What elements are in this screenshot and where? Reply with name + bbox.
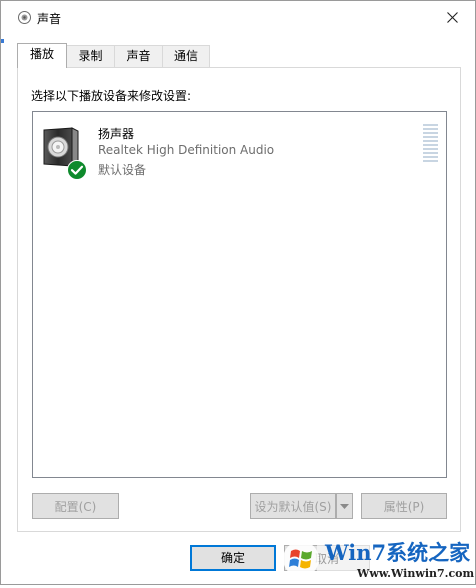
watermark-brand: Win7系统之家 [324,540,471,565]
title-bar[interactable]: 声音 [1,1,475,33]
instruction-label: 选择以下播放设备来修改设置: [31,89,192,103]
windows-logo-watermark: Win7系统之家 Www.Winwin7.com [283,537,475,583]
properties-button[interactable]: 属性(P) [361,493,447,519]
chevron-down-icon [340,504,349,509]
speaker-icon [18,11,31,24]
close-icon [446,11,458,23]
tab-sounds[interactable]: 声音 [114,45,163,67]
tab-playback[interactable]: 播放 [17,43,67,68]
tab-label: 录制 [78,49,103,63]
configure-button[interactable]: 配置(C) [32,493,119,519]
ok-button[interactable]: 确定 [190,545,276,571]
tab-recording[interactable]: 录制 [66,45,115,67]
watermark-logo: Win7系统之家 Www.Winwin7.com [279,533,475,585]
device-name: 扬声器 [98,127,135,141]
tab-label: 播放 [29,47,54,61]
device-driver: Realtek High Definition Audio [98,143,275,157]
device-status: 默认设备 [98,163,147,177]
set-default-dropdown[interactable] [336,493,353,519]
close-button[interactable] [429,1,475,33]
check-icon [67,160,87,180]
volume-level-meter [423,124,438,164]
watermark-url: Www.Winwin7.com [356,567,475,580]
set-default-button[interactable]: 设为默认值(S) [250,493,336,519]
window-title: 声音 [37,12,62,26]
sound-dialog: 声音 播放 录制 声音 通信 选择以下播放设备来修改设置: 扬声器 Realte… [0,0,476,585]
tab-label: 声音 [126,49,151,63]
tab-communications[interactable]: 通信 [162,45,210,67]
device-list[interactable]: 扬声器 Realtek High Definition Audio 默认设备 [32,111,447,478]
tab-label: 通信 [173,49,198,63]
